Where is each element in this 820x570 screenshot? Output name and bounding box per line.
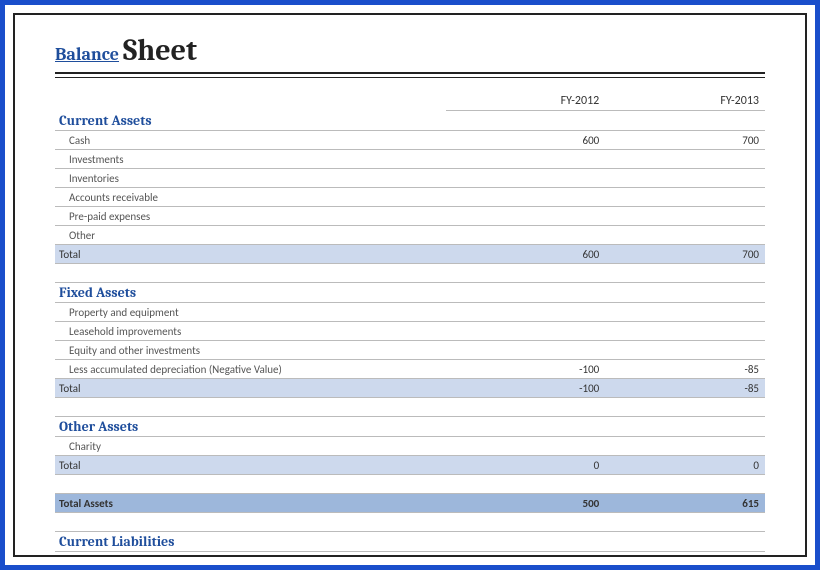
section-heading: Current Assets bbox=[55, 111, 765, 131]
section-total-row: Total600700 bbox=[55, 245, 765, 264]
title-part-sheet: Sheet bbox=[123, 33, 197, 68]
table-row: Less accumulated depreciation (Negative … bbox=[55, 360, 765, 379]
section-total-row: Total-100-85 bbox=[55, 379, 765, 398]
section-heading: Other Assets bbox=[55, 417, 765, 437]
section-current-liabilities: Current Liabilities bbox=[55, 532, 765, 552]
table-row: Equity and other investments bbox=[55, 341, 765, 360]
table-row: Leasehold improvements bbox=[55, 322, 765, 341]
section-heading: Current Liabilities bbox=[55, 532, 765, 552]
table-row: Pre-paid expenses bbox=[55, 207, 765, 226]
table-row: Cash600700 bbox=[55, 131, 765, 150]
total-assets-row: Total Assets 500 615 bbox=[55, 494, 765, 513]
year-header-row: FY-2012 FY-2013 bbox=[55, 92, 765, 111]
page-title: BalanceSheet bbox=[55, 33, 765, 68]
section-fixed-assets: Fixed Assets bbox=[55, 283, 765, 303]
table-row: Accounts receivable bbox=[55, 188, 765, 207]
table-row: Property and equipment bbox=[55, 303, 765, 322]
title-underline bbox=[55, 72, 765, 78]
section-current-assets: Current Assets bbox=[55, 111, 765, 131]
outer-frame: BalanceSheet FY-2012 FY-2013 Current Ass… bbox=[0, 0, 820, 570]
document-page: BalanceSheet FY-2012 FY-2013 Current Ass… bbox=[13, 13, 807, 557]
balance-sheet-table: FY-2012 FY-2013 Current Assets Cash60070… bbox=[55, 92, 765, 557]
section-other-assets: Other Assets bbox=[55, 417, 765, 437]
section-heading: Fixed Assets bbox=[55, 283, 765, 303]
table-row: Charity bbox=[55, 437, 765, 456]
title-part-balance: Balance bbox=[55, 44, 119, 65]
table-row: Accounts payable350 bbox=[55, 552, 765, 558]
year-col-1: FY-2012 bbox=[446, 92, 606, 111]
table-row: Investments bbox=[55, 150, 765, 169]
table-row: Other bbox=[55, 226, 765, 245]
table-row: Inventories bbox=[55, 169, 765, 188]
year-col-2: FY-2013 bbox=[605, 92, 765, 111]
section-total-row: Total00 bbox=[55, 456, 765, 475]
